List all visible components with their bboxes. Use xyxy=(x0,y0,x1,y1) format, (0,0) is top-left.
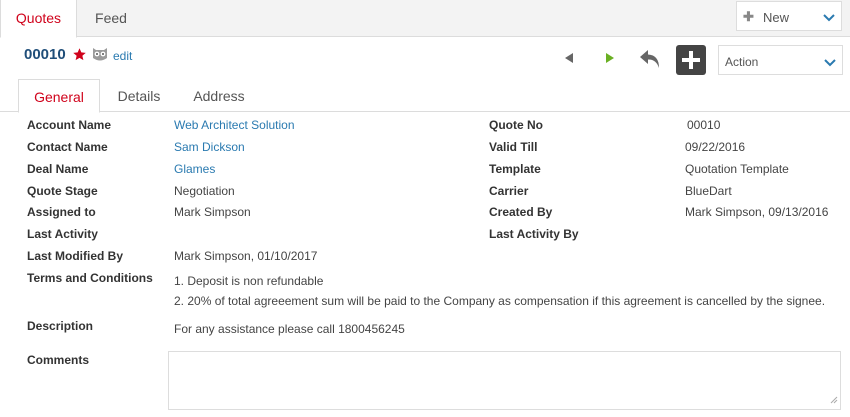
terms-line: 1. Deposit is non refundable xyxy=(174,274,324,288)
chevron-down-icon xyxy=(823,11,835,25)
new-button[interactable]: ✚ New xyxy=(736,1,842,31)
terms-label: Terms and Conditions xyxy=(27,271,153,285)
record-number: 00010 xyxy=(24,46,66,63)
template-value: Quotation Template xyxy=(685,162,789,176)
contact-name-value[interactable]: Sam Dickson xyxy=(174,140,245,154)
deal-name-label: Deal Name xyxy=(27,162,89,176)
chevron-down-icon xyxy=(824,56,836,70)
tab-address[interactable]: Address xyxy=(183,79,255,112)
carrier-label: Carrier xyxy=(489,184,529,198)
assigned-to-label: Assigned to xyxy=(27,205,96,219)
quote-stage-label: Quote Stage xyxy=(27,184,98,198)
valid-till-label: Valid Till xyxy=(489,140,538,154)
account-name-value[interactable]: Web Architect Solution xyxy=(174,118,295,132)
account-name-label: Account Name xyxy=(27,118,112,132)
tab-details[interactable]: Details xyxy=(108,79,170,112)
previous-record-icon[interactable] xyxy=(563,52,575,67)
action-select[interactable]: Action xyxy=(718,45,843,75)
star-icon[interactable] xyxy=(72,47,87,65)
last-modified-by-label: Last Modified By xyxy=(27,249,124,263)
owl-icon xyxy=(91,47,109,65)
carrier-value: BlueDart xyxy=(685,184,732,198)
comments-label: Comments xyxy=(27,353,90,367)
plus-icon: ✚ xyxy=(743,9,754,24)
sub-tab-bar: General Details Address xyxy=(0,79,850,113)
created-by-value: Mark Simpson, 09/13/2016 xyxy=(685,205,829,219)
comments-textarea[interactable] xyxy=(168,351,841,410)
created-by-label: Created By xyxy=(489,205,553,219)
last-activity-by-label: Last Activity By xyxy=(489,227,579,241)
tab-quotes[interactable]: Quotes xyxy=(0,0,77,38)
quote-no-label: Quote No xyxy=(489,118,543,132)
edit-link[interactable]: edit xyxy=(113,49,132,63)
tab-feed[interactable]: Feed xyxy=(80,0,142,37)
new-button-label: New xyxy=(763,10,790,25)
tab-general[interactable]: General xyxy=(18,79,100,113)
terms-line: 2. 20% of total agreeement sum will be p… xyxy=(174,294,826,308)
last-modified-by-value: Mark Simpson, 01/10/2017 xyxy=(174,249,318,263)
description-value: For any assistance please call 180045624… xyxy=(174,322,405,336)
last-activity-label: Last Activity xyxy=(27,227,98,241)
contact-name-label: Contact Name xyxy=(27,140,108,154)
quote-stage-value: Negotiation xyxy=(174,184,235,198)
quote-no-value: 00010 xyxy=(687,118,721,132)
next-record-icon[interactable] xyxy=(604,52,616,67)
resize-handle-icon[interactable] xyxy=(830,393,838,407)
description-label: Description xyxy=(27,319,94,333)
valid-till-value: 09/22/2016 xyxy=(685,140,746,154)
top-tab-bar: Quotes Feed ✚ New xyxy=(0,0,850,38)
action-select-label: Action xyxy=(725,55,759,69)
template-label: Template xyxy=(489,162,541,176)
add-icon[interactable] xyxy=(676,45,706,75)
assigned-to-value: Mark Simpson xyxy=(174,205,251,219)
deal-name-value[interactable]: Glames xyxy=(174,162,215,176)
undo-icon[interactable] xyxy=(638,48,662,73)
